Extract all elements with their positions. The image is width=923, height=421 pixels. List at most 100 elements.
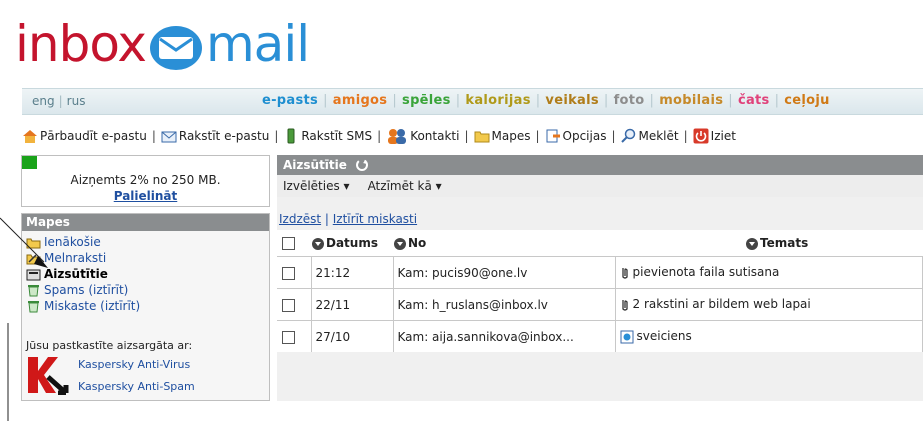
home-icon xyxy=(23,130,37,143)
quota-text: Aizņemts 2% no 250 MB. xyxy=(70,173,221,187)
message-date: 22/11 xyxy=(311,288,394,321)
nav-link-8[interactable]: ceļoju xyxy=(784,93,829,108)
folder-icon xyxy=(474,131,489,143)
options-icon xyxy=(546,129,560,143)
inbox-folder-icon xyxy=(26,238,41,248)
select-dropdown-label: Izvēlēties xyxy=(283,179,340,193)
folder-spam[interactable]: Spams (iztīrīt) xyxy=(26,283,128,297)
check-mail-label: Pārbaudīt e-pastu xyxy=(40,129,147,143)
nav-link-2[interactable]: spēles xyxy=(402,93,451,108)
folder-drafts[interactable]: Melnraksti xyxy=(26,251,106,265)
nav-link-7[interactable]: čats xyxy=(738,93,770,108)
column-date-label: Datums xyxy=(326,236,378,250)
folder-inbox-label: Ienākošie xyxy=(44,235,101,249)
message-recipient[interactable]: Kam: aija.sannikova@inbox... xyxy=(393,320,616,352)
folder-trash[interactable]: Miskaste (iztīrīt) xyxy=(26,299,140,313)
attachment-icon xyxy=(621,267,628,279)
message-date: 27/10 xyxy=(311,320,394,352)
write-mail-label: Rakstīt e-pastu xyxy=(178,129,270,143)
refresh-icon[interactable] xyxy=(355,158,369,172)
column-to[interactable]: No xyxy=(393,230,615,257)
empty-trash-link[interactable]: Iztīrīt miskasti xyxy=(333,212,417,226)
contacts-label: Kontakti xyxy=(410,129,460,143)
folder-header: Aizsūtītie xyxy=(277,155,923,175)
column-subject-label: Temats xyxy=(760,236,809,250)
folders-title: Mapes xyxy=(22,214,269,231)
search-button[interactable]: Meklēt xyxy=(620,128,679,144)
message-checkbox[interactable] xyxy=(282,266,295,280)
message-checkbox[interactable] xyxy=(282,330,295,344)
folder-spam-label: Spams (iztīrīt) xyxy=(44,283,129,297)
attachment-icon xyxy=(621,299,628,311)
language-switcher: eng | rus xyxy=(32,94,86,108)
nav-link-4[interactable]: veikals xyxy=(545,93,598,108)
message-recipient[interactable]: Kam: pucis90@one.lv xyxy=(393,256,616,289)
nav-separator: | xyxy=(323,93,328,108)
message-recipient[interactable]: Kam: h_ruslans@inbox.lv xyxy=(393,288,616,321)
sort-subject-icon xyxy=(746,237,758,250)
message-actions: Izdzēst | Iztīrīt miskasti xyxy=(279,212,418,226)
inbox-mail-logo[interactable]: inbox mail xyxy=(15,14,310,74)
message-checkbox[interactable] xyxy=(282,298,295,312)
nav-link-3[interactable]: kalorijas xyxy=(465,93,530,108)
folder-drafts-label: Melnraksti xyxy=(44,251,107,265)
ie-icon xyxy=(620,330,633,344)
quota-box: Aizņemts 2% no 250 MB. Palielināt xyxy=(21,155,270,207)
folder-title: Aizsūtītie xyxy=(283,158,347,172)
nav-separator: | xyxy=(603,93,609,108)
table-header-row: Datums No Temats xyxy=(277,230,923,257)
kaspersky-antivirus-link[interactable]: Kaspersky Anti-Virus xyxy=(78,358,190,371)
column-date[interactable]: Datums xyxy=(311,230,393,257)
folder-trash-label: Miskaste (iztīrīt) xyxy=(44,299,141,313)
folders-button[interactable]: Mapes xyxy=(474,128,530,144)
folders-panel: Mapes Ienākošie Melnraksti Aizsūtītie Sp… xyxy=(21,213,270,401)
search-icon xyxy=(620,128,635,143)
nav-separator: | xyxy=(455,93,461,108)
lang-eng-link[interactable]: eng xyxy=(32,94,55,108)
increase-quota-link[interactable]: Palielināt xyxy=(22,189,269,203)
exit-label: Iziet xyxy=(710,129,736,143)
contacts-button[interactable]: Kontakti xyxy=(386,128,459,144)
folder-inbox[interactable]: Ienākošie xyxy=(26,235,101,249)
power-icon xyxy=(693,128,709,144)
nav-link-0[interactable]: e-pasts xyxy=(262,93,318,108)
delete-link[interactable]: Izdzēst xyxy=(279,212,321,226)
message-subject-cell[interactable]: pievienota faila sutisana xyxy=(615,256,923,289)
nav-separator: | xyxy=(774,93,780,108)
message-subject: sveiciens xyxy=(636,329,692,344)
write-sms-button[interactable]: Rakstīt SMS xyxy=(283,128,372,144)
contacts-icon xyxy=(388,129,407,144)
nav-link-6[interactable]: mobilais xyxy=(659,93,723,108)
mark-as-dropdown[interactable]: Atzīmēt kā ▾ xyxy=(368,179,442,193)
message-row[interactable]: 21:12 Kam: pucis90@one.lv pievienota faila… xyxy=(277,256,923,289)
top-navigation-bar: eng | rus e-pasts | amigos | spēles | kalorijas |… xyxy=(22,88,923,115)
nav-link-1[interactable]: amigos xyxy=(333,93,388,108)
message-subject-cell[interactable]: sveiciens xyxy=(615,320,923,352)
envelope-logo-icon xyxy=(149,26,202,70)
lang-rus-link[interactable]: rus xyxy=(67,94,86,108)
nav-separator: | xyxy=(535,93,541,108)
trash-bin-icon xyxy=(28,300,39,312)
select-dropdown[interactable]: Izvēlēties ▾ xyxy=(283,179,350,193)
nav-link-5[interactable]: foto xyxy=(614,93,645,108)
drafts-folder-icon xyxy=(26,253,41,264)
options-button[interactable]: Opcijas xyxy=(545,128,607,144)
column-to-label: No xyxy=(408,236,427,250)
exit-button[interactable]: Iziet xyxy=(693,128,736,144)
message-date: 21:12 xyxy=(311,256,394,289)
mark-as-dropdown-label: Atzīmēt kā xyxy=(367,179,432,193)
protection-label: Jūsu pastkastīte aizsargāta ar: xyxy=(26,339,193,352)
phone-icon xyxy=(287,128,295,144)
logo-text-mail: mail xyxy=(205,15,310,73)
message-row[interactable]: 27/10 Kam: aija.sannikova@inbox... sveicie… xyxy=(277,320,923,352)
message-subject-cell[interactable]: 2 rakstini ar bildem web lapai xyxy=(615,288,923,321)
folder-sent[interactable]: Aizsūtītie xyxy=(26,267,108,281)
message-row[interactable]: 22/11 Kam: h_ruslans@inbox.lv 2 rakstini a… xyxy=(277,288,923,321)
kaspersky-antispam-link[interactable]: Kaspersky Anti-Spam xyxy=(78,380,195,393)
select-all-checkbox[interactable] xyxy=(282,237,295,250)
column-subject[interactable]: Temats xyxy=(615,230,923,257)
service-links: e-pasts | amigos | spēles | kalorijas | veikals |… xyxy=(262,93,830,108)
check-mail-button[interactable]: Pārbaudīt e-pastu xyxy=(22,128,147,144)
write-mail-button[interactable]: Rakstīt e-pastu xyxy=(161,128,269,144)
options-label: Opcijas xyxy=(562,129,607,143)
